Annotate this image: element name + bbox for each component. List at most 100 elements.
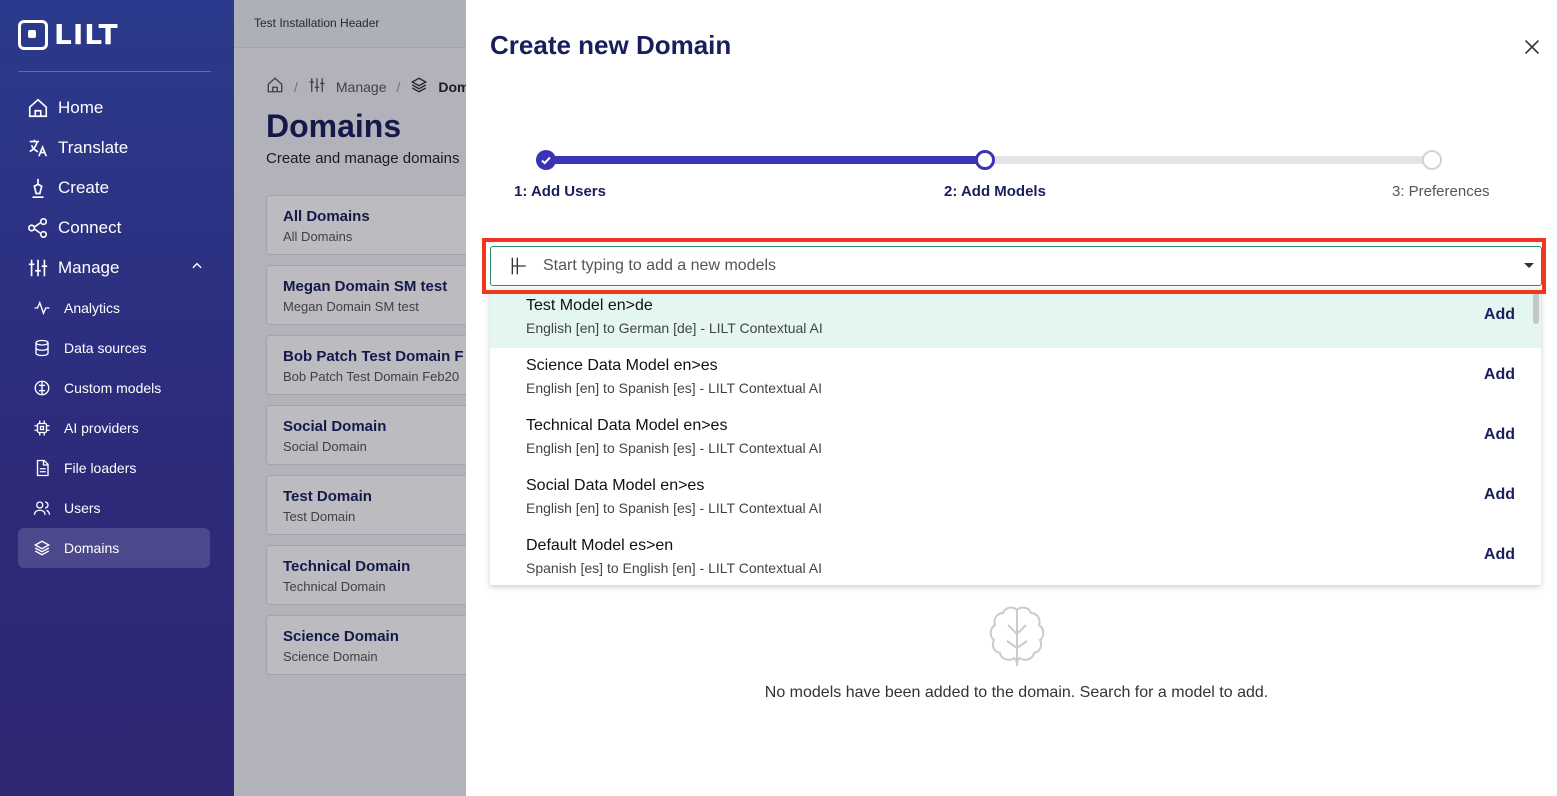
model-description: Spanish [es] to English [en] - LILT Cont… — [526, 560, 822, 576]
model-option[interactable]: Technical Data Model en>es English [en] … — [490, 408, 1541, 468]
model-description: English [en] to Spanish [es] - LILT Cont… — [526, 380, 822, 396]
domain-subtitle: Bob Patch Test Domain Feb20 — [283, 369, 460, 384]
domain-subtitle: Megan Domain SM test — [283, 299, 419, 314]
breadcrumb-separator: / — [396, 78, 401, 95]
database-icon — [32, 338, 52, 358]
sidebar-item-label: AI providers — [64, 420, 139, 436]
add-model-button[interactable]: Add — [1484, 366, 1515, 384]
users-icon — [32, 498, 52, 518]
sidebar-item-ai-providers[interactable]: AI providers — [18, 408, 210, 448]
step-2-label: 2: Add Models — [944, 183, 1046, 200]
model-name: Test Model en>de — [526, 297, 653, 314]
sidebar-item-custom-models[interactable]: Custom models — [18, 368, 210, 408]
check-icon — [541, 156, 551, 165]
model-option[interactable]: Default Model es>en Spanish [es] to Engl… — [490, 528, 1541, 585]
sliders-icon — [308, 76, 326, 97]
sidebar-item-file-loaders[interactable]: File loaders — [18, 448, 210, 488]
domain-card[interactable]: Bob Patch Test Domain F Bob Patch Test Do… — [266, 335, 486, 395]
domain-title: Science Domain — [283, 628, 399, 645]
breadcrumb-separator: / — [294, 78, 298, 95]
add-model-button[interactable]: Add — [1484, 306, 1515, 324]
sidebar-item-label: Manage — [58, 258, 120, 277]
domain-card[interactable]: Test Domain Test Domain — [266, 475, 486, 535]
divider — [18, 71, 211, 72]
stepper-progress — [546, 156, 989, 164]
layers-icon — [410, 76, 428, 97]
sidebar-item-label: Custom models — [64, 380, 162, 396]
domain-card[interactable]: Science Domain Science Domain — [266, 615, 486, 675]
model-description: English [en] to Spanish [es] - LILT Cont… — [526, 440, 822, 456]
sidebar-item-analytics[interactable]: Analytics — [18, 288, 210, 328]
sidebar-item-label: Translate — [58, 138, 129, 157]
modal-title: Create new Domain — [490, 30, 732, 60]
step-3-label: 3: Preferences — [1392, 183, 1490, 200]
pen-icon — [26, 176, 50, 200]
model-option[interactable]: Test Model en>de English [en] to German … — [490, 288, 1541, 348]
sidebar: LILT Home Translate Create Connect Manag… — [0, 0, 234, 796]
model-description: English [en] to Spanish [es] - LILT Cont… — [526, 500, 822, 516]
domain-title: Social Domain — [283, 418, 387, 435]
add-model-button[interactable]: Add — [1484, 546, 1515, 564]
page-subtitle: Create and manage domains — [266, 150, 460, 167]
add-model-button[interactable]: Add — [1484, 426, 1515, 444]
add-model-button[interactable]: Add — [1484, 486, 1515, 504]
domain-card[interactable]: Technical Domain Technical Domain — [266, 545, 486, 605]
close-button[interactable] — [1521, 36, 1543, 58]
lilt-logo[interactable]: LILT — [18, 18, 119, 51]
activity-icon — [32, 298, 52, 318]
sidebar-item-label: File loaders — [64, 460, 137, 476]
step-1-label: 1: Add Users — [514, 183, 606, 200]
translate-icon — [26, 136, 50, 160]
domain-title: Test Domain — [283, 488, 372, 505]
breadcrumb-manage[interactable]: Manage — [336, 79, 387, 95]
chip-icon — [32, 418, 52, 438]
stepper — [536, 150, 1442, 170]
sidebar-item-translate[interactable]: Translate — [18, 128, 210, 168]
step-1-dot — [536, 150, 556, 170]
model-add-icon — [509, 256, 529, 276]
sidebar-item-create[interactable]: Create — [18, 168, 210, 208]
chevron-down-icon[interactable] — [1523, 257, 1535, 275]
empty-state-text: No models have been added to the domain.… — [764, 684, 1269, 701]
model-search-select[interactable] — [490, 246, 1542, 286]
sidebar-item-users[interactable]: Users — [18, 488, 210, 528]
logo-mark-icon — [18, 19, 48, 50]
dropdown-scrollbar[interactable] — [1533, 292, 1539, 324]
domain-card[interactable]: All Domains All Domains — [266, 195, 486, 255]
file-icon — [32, 458, 52, 478]
model-option[interactable]: Social Data Model en>es English [en] to … — [490, 468, 1541, 528]
close-icon — [1524, 39, 1540, 55]
home-icon — [26, 96, 50, 120]
model-name: Default Model es>en — [526, 537, 674, 554]
sidebar-item-manage[interactable]: Manage — [18, 248, 210, 288]
model-search-input[interactable] — [543, 257, 1523, 275]
page-title: Domains — [266, 108, 402, 144]
domain-title: All Domains — [283, 208, 370, 225]
step-2-dot — [975, 150, 995, 170]
domain-list: All Domains All Domains Megan Domain SM t… — [266, 195, 486, 685]
domain-title: Bob Patch Test Domain F — [283, 348, 464, 365]
sidebar-item-connect[interactable]: Connect — [18, 208, 210, 248]
model-option[interactable]: Science Data Model en>es English [en] to… — [490, 348, 1541, 408]
sidebar-item-label: Connect — [58, 218, 122, 237]
sliders-icon — [26, 256, 50, 280]
sidebar-item-domains[interactable]: Domains — [18, 528, 210, 568]
domain-title: Megan Domain SM test — [283, 278, 448, 295]
sidebar-item-home[interactable]: Home — [18, 88, 210, 128]
breadcrumb: / Manage / Dom — [266, 76, 470, 97]
logo-text: LILT — [54, 18, 119, 51]
breadcrumb-current: Dom — [438, 78, 470, 95]
sidebar-item-label: Create — [58, 178, 110, 197]
model-icon — [32, 378, 52, 398]
home-icon[interactable] — [266, 76, 284, 97]
domain-subtitle: Test Domain — [283, 509, 356, 524]
step-3-dot — [1422, 150, 1442, 170]
domain-card[interactable]: Megan Domain SM test Megan Domain SM test — [266, 265, 486, 325]
sidebar-item-data-sources[interactable]: Data sources — [18, 328, 210, 368]
model-name: Social Data Model en>es — [526, 477, 705, 494]
model-name: Technical Data Model en>es — [526, 417, 728, 434]
sidebar-item-label: Users — [64, 500, 101, 516]
domain-card[interactable]: Social Domain Social Domain — [266, 405, 486, 465]
model-dropdown: Test Model en>de English [en] to German … — [490, 288, 1541, 585]
sidebar-item-label: Home — [58, 98, 104, 117]
